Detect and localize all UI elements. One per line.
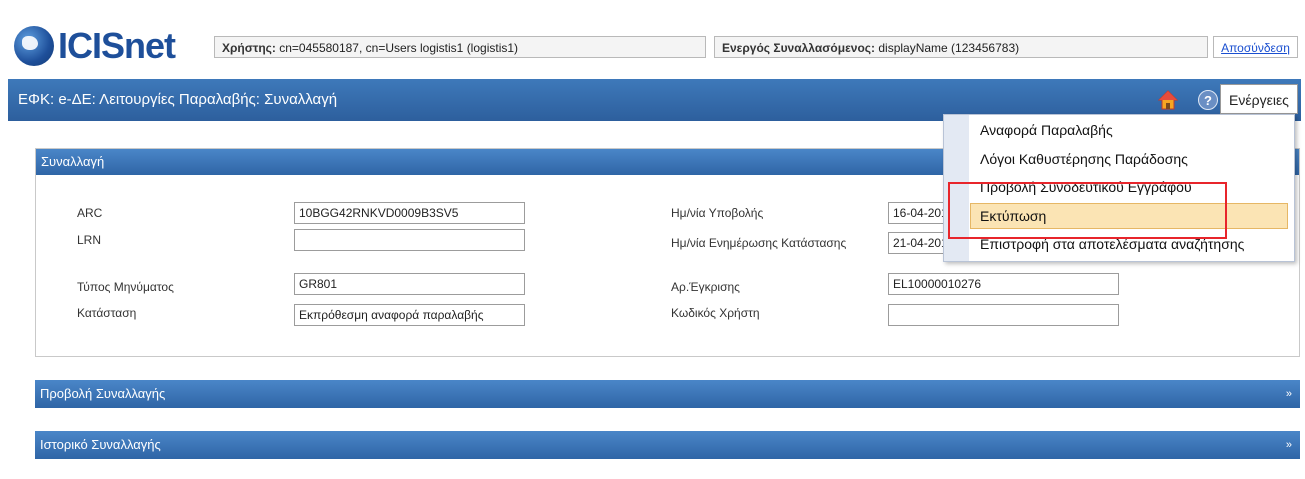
menu-item-receipt-report[interactable]: Αναφορά Παραλαβής bbox=[980, 122, 1113, 138]
approval-number-label: Αρ.Έγκρισης bbox=[671, 280, 740, 294]
user-info-box: Χρήστης: cn=045580187, cn=Users logistis… bbox=[214, 36, 706, 58]
user-code-field[interactable] bbox=[888, 304, 1119, 326]
arc-field[interactable]: 10BGG42RNKVD0009B3SV5 bbox=[294, 202, 525, 224]
actions-button[interactable]: Ενέργειες bbox=[1220, 84, 1298, 114]
user-value: cn=045580187, cn=Users logistis1 (logist… bbox=[279, 41, 519, 55]
icisnet-logo: ICISnet bbox=[14, 24, 176, 68]
view-transaction-title: Προβολή Συναλλαγής bbox=[40, 386, 166, 401]
transaction-history-title: Ιστορικό Συναλλαγής bbox=[40, 437, 161, 452]
chevron-right-icon: » bbox=[1285, 439, 1292, 451]
status-update-date-label: Ημ/νία Ενημέρωσης Κατάστασης bbox=[671, 236, 847, 250]
top-header: ICISnet Χρήστης: cn=045580187, cn=Users … bbox=[0, 0, 1305, 79]
active-trader-box: Ενεργός Συναλλασόμενος: displayName (123… bbox=[714, 36, 1208, 58]
lrn-field[interactable] bbox=[294, 229, 525, 251]
logo-text: ICISnet bbox=[58, 25, 176, 66]
user-code-label: Κωδικός Χρήστη bbox=[671, 306, 760, 320]
arc-label: ARC bbox=[77, 206, 103, 220]
status-field[interactable]: Εκπρόθεσμη αναφορά παραλαβής bbox=[294, 304, 525, 326]
help-icon[interactable]: ? bbox=[1198, 90, 1218, 110]
lrn-label: LRN bbox=[77, 233, 102, 247]
chevron-right-icon: » bbox=[1285, 388, 1292, 400]
page-title: ΕΦΚ: e-ΔΕ: Λειτουργίες Παραλαβής: Συναλλ… bbox=[18, 91, 338, 108]
submission-date-label: Ημ/νία Υποβολής bbox=[671, 206, 764, 220]
user-label: Χρήστης: bbox=[222, 41, 276, 55]
home-icon[interactable] bbox=[1158, 90, 1178, 110]
trader-value: displayName (123456783) bbox=[878, 41, 1020, 55]
view-transaction-section[interactable]: Προβολή Συναλλαγής » bbox=[35, 380, 1300, 408]
annotation-highlight-box bbox=[948, 182, 1227, 239]
approval-number-field[interactable]: EL10000010276 bbox=[888, 273, 1119, 295]
trader-label: Ενεργός Συναλλασόμενος: bbox=[722, 41, 876, 55]
menu-item-delay-reasons[interactable]: Λόγοι Καθυστέρησης Παράδοσης bbox=[980, 151, 1188, 167]
message-type-label: Τύπος Μηνύματος bbox=[77, 280, 174, 294]
logout-link[interactable]: Αποσύνδεση bbox=[1213, 36, 1298, 58]
transaction-history-section[interactable]: Ιστορικό Συναλλαγής » bbox=[35, 431, 1300, 459]
status-label: Κατάσταση bbox=[77, 306, 137, 320]
globe-logo-icon bbox=[14, 26, 54, 66]
message-type-field[interactable]: GR801 bbox=[294, 273, 525, 295]
